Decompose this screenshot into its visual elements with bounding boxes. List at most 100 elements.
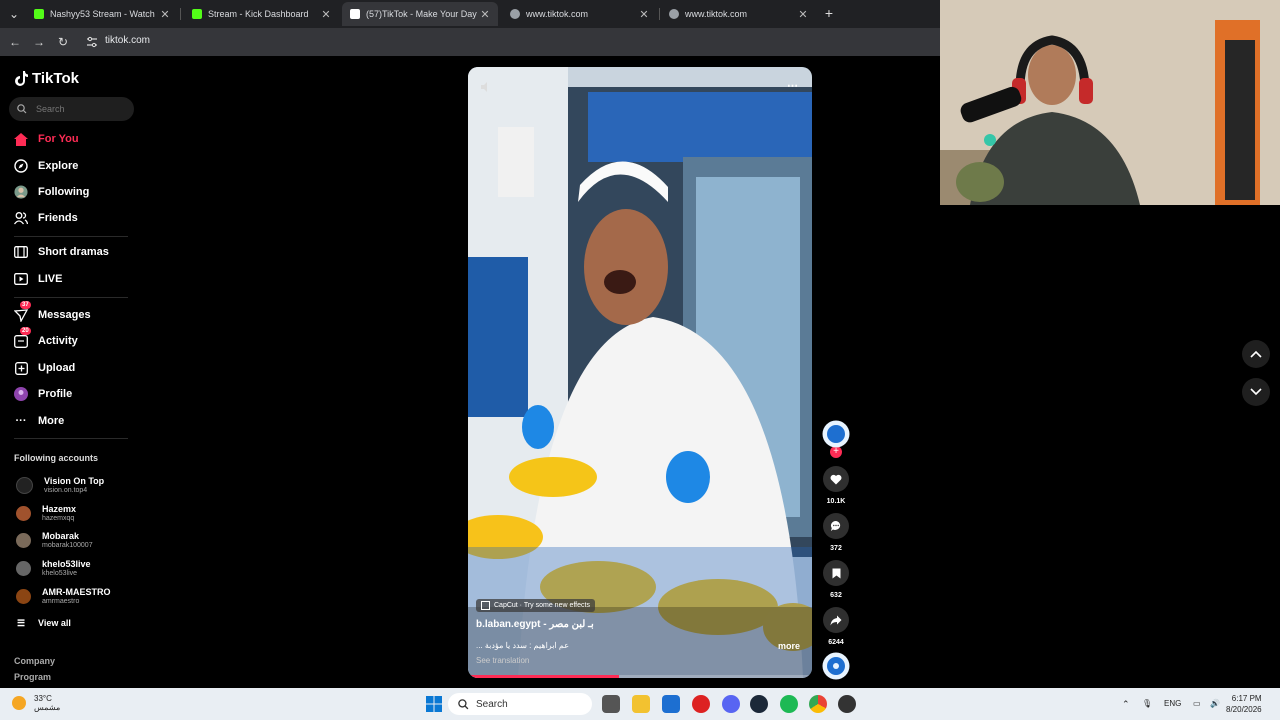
comment-icon [823,513,849,539]
account-name: AMR-MAESTRO [42,587,111,597]
task-view-icon[interactable] [602,695,620,713]
footer-company-link[interactable]: Company [14,656,55,666]
save-button[interactable]: 632 [822,560,850,599]
sound-disc[interactable] [822,652,850,685]
spotify-icon[interactable] [780,695,798,713]
share-button[interactable]: 6244 [822,607,850,646]
activity-icon: 20 [14,327,31,348]
back-icon[interactable]: ← [7,34,23,50]
volume-icon[interactable] [480,81,492,93]
tab-tiktok-active[interactable]: (57)TikTok - Make Your Day ✕ [342,2,498,26]
nav-messages[interactable]: 37 Messages [14,301,91,325]
microphone-icon[interactable]: 🎙 [1142,699,1152,708]
account-item[interactable]: Hazemx hazemxqq [16,504,76,523]
nav-activity[interactable]: 20 Activity [14,327,78,351]
windows-start-icon[interactable] [425,695,443,713]
network-icon[interactable]: ▭ [1193,699,1201,708]
see-translation-link[interactable]: See translation [476,656,529,665]
video-player[interactable]: ⋯ CapCut · Try some new effects b.laban.… [468,67,812,678]
following-avatar-icon [14,185,28,199]
nav-live[interactable]: LIVE [14,269,62,289]
video-progress-bar[interactable] [468,675,812,678]
sidebar-divider [14,236,128,237]
site-settings-icon[interactable] [86,36,98,48]
search-box[interactable] [9,97,134,121]
forward-icon[interactable]: → [31,34,47,50]
new-tab-icon[interactable]: + [821,5,837,21]
account-item[interactable]: khelo53live khelo53live [16,559,91,578]
avatar [822,420,850,448]
tab-title: Stream - Kick Dashboard [208,9,309,19]
tiktok-logo[interactable]: TikTok [14,70,79,87]
comment-button[interactable]: 372 [822,513,850,552]
view-all-link[interactable]: ☰ View all [14,613,71,633]
chrome-icon[interactable] [809,695,827,713]
more-icon: ··· [15,415,27,427]
like-button[interactable]: 10.1K [822,466,850,505]
tab-tiktok-www-1[interactable]: www.tiktok.com ✕ [502,2,657,26]
previous-video-button[interactable] [1242,340,1270,368]
chevron-up-icon [1250,350,1262,358]
nav-label: Following [38,186,90,198]
tab-kick-stream[interactable]: Nashyy53 Stream - Watch Live... ✕ [26,2,178,26]
close-icon[interactable]: ✕ [158,8,172,21]
url-text[interactable]: tiktok.com [105,35,150,46]
taskbar-search[interactable]: Search [448,693,592,715]
taskbar-clock[interactable]: 6:17 PM 8/20/2026 [1226,693,1262,715]
film-icon [14,245,28,259]
tab-kick-dashboard[interactable]: Stream - Kick Dashboard ✕ [184,2,339,26]
file-explorer-icon[interactable] [632,695,650,713]
nav-friends[interactable]: Friends [14,208,78,228]
chevron-down-icon [1250,388,1262,396]
nav-label: More [38,415,65,427]
creator-avatar[interactable]: + [822,420,850,458]
language-indicator[interactable]: ENG [1164,699,1181,708]
nav-label: Explore [38,160,79,172]
close-icon[interactable]: ✕ [796,8,810,21]
share-count: 6244 [828,639,844,646]
tab-title: www.tiktok.com [526,9,589,19]
logo-text: TikTok [32,70,79,87]
search-icon [458,698,469,709]
more-link[interactable]: more [778,641,800,651]
next-video-button[interactable] [1242,378,1270,406]
account-item[interactable]: AMR-MAESTRO amrmaestro [16,587,111,606]
close-icon[interactable]: ✕ [637,8,651,21]
windows-taskbar: 33°C مشمس Search ⌃ 🎙 ENG ▭ 🔊 6:17 PM 8/20… [0,688,1280,720]
nav-profile[interactable]: Profile [14,384,72,404]
obs-icon[interactable] [838,695,856,713]
bookmark-icon [823,560,849,586]
weather-widget[interactable]: 33°C مشمس [12,694,60,712]
nav-label: Profile [38,388,73,400]
tab-title: (57)TikTok - Make Your Day [366,9,477,19]
close-icon[interactable]: ✕ [319,8,333,21]
capcut-effect-tag[interactable]: CapCut · Try some new effects [476,599,595,612]
avatar [16,589,31,604]
tray-overflow-icon[interactable]: ⌃ [1122,699,1130,710]
account-handle: vision.on.top4 [44,487,88,494]
account-item[interactable]: Mobarak mobarak100007 [16,531,93,550]
tiktok-favicon-icon [350,9,360,19]
volume-icon[interactable]: 🔊 [1210,699,1220,708]
video-options-icon[interactable]: ⋯ [787,79,798,92]
store-icon[interactable] [662,695,680,713]
nav-more[interactable]: ··· More [14,411,65,431]
nav-following[interactable]: Following [14,182,89,202]
nav-explore[interactable]: Explore [14,156,78,176]
compass-icon [14,159,28,173]
close-icon[interactable]: ✕ [478,8,492,21]
discord-icon[interactable] [722,695,740,713]
tab-tiktok-www-2[interactable]: www.tiktok.com ✕ [661,2,816,26]
tab-search-icon[interactable]: ⌄ [6,6,22,22]
nav-label: Upload [38,362,76,374]
nav-for-you[interactable]: For You [14,129,79,149]
account-item[interactable]: Vision On Top vision.on.top4 [16,476,104,495]
reload-icon[interactable]: ↻ [55,34,71,50]
search-input[interactable] [34,103,128,115]
footer-program-link[interactable]: Program [14,672,51,682]
nav-upload[interactable]: Upload [14,358,75,378]
steam-icon[interactable] [750,695,768,713]
app-icon[interactable] [692,695,710,713]
video-caption[interactable]: b.laban.egypt - بـ لبن مصر [476,619,594,630]
nav-short-dramas[interactable]: Short dramas [14,242,109,262]
